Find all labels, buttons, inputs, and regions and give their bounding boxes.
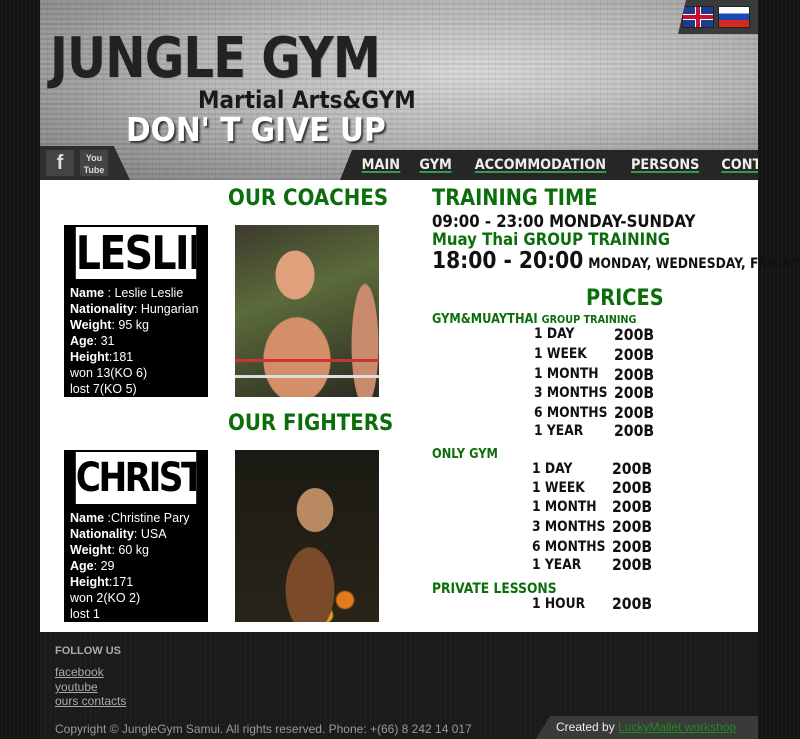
height-value: :181 bbox=[108, 350, 134, 364]
price-value: 200B bbox=[614, 345, 655, 364]
height-label: Height bbox=[70, 350, 109, 364]
uk-flag-icon[interactable] bbox=[682, 6, 714, 28]
group-training-time: 18:00 - 20:00 bbox=[432, 248, 584, 274]
age-value: : 29 bbox=[93, 559, 115, 573]
won-record: won 2(KO 2) bbox=[70, 591, 141, 605]
coach-card: LESLIE Name : Leslie Leslie Nationality:… bbox=[64, 225, 208, 397]
price-value: 200B bbox=[614, 421, 655, 440]
main-nav: MAIN GYM ACCOMMODATION PERSONS CONTACTS bbox=[340, 150, 758, 180]
age-value: : 31 bbox=[93, 334, 115, 348]
age-label: Age bbox=[70, 559, 94, 573]
creator-link[interactable]: LuckyMallet workshop bbox=[618, 720, 736, 734]
price-value: 200B bbox=[612, 497, 653, 516]
price-value: 200B bbox=[612, 478, 653, 497]
only-gym-title: ONLY GYM bbox=[432, 447, 498, 462]
page: JUNGLE GYM Martial Arts&GYM DON' T GIVE … bbox=[40, 0, 800, 739]
price-row: 1 YEAR bbox=[532, 557, 582, 573]
training-title: TRAINING TIME bbox=[432, 186, 598, 211]
price-row: 1 WEEK bbox=[532, 480, 585, 496]
nav-item-accommodation[interactable]: ACCOMMODATION bbox=[474, 150, 607, 173]
price-value: 200B bbox=[612, 555, 653, 574]
price-value: 200B bbox=[614, 325, 655, 344]
weight-label: Weight bbox=[70, 543, 112, 557]
fighter-photo bbox=[235, 450, 379, 622]
fighter-info: Name :Christine Pary Nationality: USA We… bbox=[64, 506, 208, 626]
coach-info: Name : Leslie Leslie Nationality: Hungar… bbox=[64, 281, 208, 401]
coach-photo bbox=[235, 225, 379, 397]
youtube-link[interactable]: youtube bbox=[55, 680, 98, 694]
price-row: 1 WEEK bbox=[534, 346, 587, 362]
coaches-title: OUR COACHES bbox=[228, 186, 389, 211]
contacts-link[interactable]: ours contacts bbox=[55, 694, 126, 708]
price-value: 200B bbox=[614, 365, 655, 384]
nav-item-persons[interactable]: PERSONS bbox=[630, 150, 700, 173]
ru-flag-icon[interactable] bbox=[718, 6, 750, 28]
main-content: OUR COACHES LESLIE Name : Leslie Leslie … bbox=[40, 180, 800, 632]
height-label: Height bbox=[70, 575, 109, 589]
group-training-title: Muay Thai GROUP TRAINING bbox=[432, 230, 671, 250]
follow-title: FOLLOW US bbox=[55, 645, 121, 657]
nav-item-gym[interactable]: GYM bbox=[419, 150, 452, 173]
price-value: 200B bbox=[614, 403, 655, 422]
name-label: Name bbox=[70, 286, 105, 300]
nav-item-contacts[interactable]: CONTACTS bbox=[721, 150, 758, 173]
price-row: 1 YEAR bbox=[534, 423, 584, 439]
nationality-label: Nationality bbox=[70, 527, 134, 541]
fighters-title: OUR FIGHTERS bbox=[228, 411, 394, 436]
private-lessons-title: PRIVATE LESSONS bbox=[432, 581, 557, 597]
fighter-name-heading: CHRISTINE bbox=[75, 452, 197, 504]
price-value: 200B bbox=[612, 459, 653, 478]
nationality-label: Nationality bbox=[70, 302, 134, 316]
name-label: Name bbox=[70, 511, 105, 525]
header: JUNGLE GYM Martial Arts&GYM DON' T GIVE … bbox=[40, 0, 758, 180]
lost-record: lost 7(KO 5) bbox=[70, 382, 137, 396]
price-value: 200B bbox=[612, 517, 653, 536]
weight-label: Weight bbox=[70, 318, 112, 332]
created-by-label: Created by bbox=[556, 720, 615, 734]
social-bar: f You Tube bbox=[40, 146, 130, 180]
price-value: 200B bbox=[612, 594, 653, 613]
nationality-value: : Hungarian bbox=[133, 302, 199, 316]
name-value: :Christine Pary bbox=[104, 511, 190, 525]
gym-muaythai-title: GYM&MUAYTHAI GROUP TRAINING bbox=[432, 312, 636, 327]
facebook-link[interactable]: facebook bbox=[55, 665, 104, 679]
language-bar bbox=[678, 0, 758, 34]
price-row: 3 MONTHS bbox=[532, 519, 606, 535]
copyright: Copyright © JungleGym Samui. All rights … bbox=[55, 722, 472, 736]
weight-value: : 60 kg bbox=[111, 543, 149, 557]
nationality-value: : USA bbox=[133, 527, 167, 541]
footer: FOLLOW US facebook youtube ours contacts… bbox=[40, 632, 758, 739]
age-label: Age bbox=[70, 334, 94, 348]
prices-title: PRICES bbox=[586, 286, 664, 311]
credits: Created by LuckyMallet workshop bbox=[536, 716, 758, 739]
price-row: 1 HOUR bbox=[532, 596, 586, 612]
price-row: 1 MONTH bbox=[532, 499, 597, 515]
slogan: DON' T GIVE UP bbox=[126, 110, 386, 149]
price-row: 1 MONTH bbox=[534, 366, 599, 382]
fighter-card: CHRISTINE Name :Christine Pary Nationali… bbox=[64, 450, 208, 622]
coach-name-heading: LESLIE bbox=[75, 227, 197, 279]
lost-record: lost 1 bbox=[70, 607, 100, 621]
group-training-days: MONDAY, WEDNESDAY, FRIDAY bbox=[588, 256, 800, 272]
name-value: : Leslie Leslie bbox=[104, 286, 184, 300]
price-row: 6 MONTHS bbox=[534, 405, 608, 421]
price-row: 3 MONTHS bbox=[534, 385, 608, 401]
price-value: 200B bbox=[612, 537, 653, 556]
gym-muaythai-label: GYM&MUAYTHAI bbox=[432, 312, 538, 327]
weight-value: : 95 kg bbox=[111, 318, 149, 332]
won-record: won 13(KO 6) bbox=[70, 366, 148, 380]
price-row: 1 DAY bbox=[532, 461, 573, 477]
price-value: 200B bbox=[614, 383, 655, 402]
height-value: :171 bbox=[108, 575, 134, 589]
price-row: 1 DAY bbox=[534, 326, 575, 342]
training-hours: 09:00 - 23:00 MONDAY-SUNDAY bbox=[432, 212, 696, 232]
group-training-schedule: 18:00 - 20:00 MONDAY, WEDNESDAY, FRIDAY bbox=[432, 248, 800, 274]
price-row: 6 MONTHS bbox=[532, 539, 606, 555]
nav-item-main[interactable]: MAIN bbox=[361, 150, 401, 173]
logo-title: JUNGLE GYM bbox=[50, 26, 381, 91]
youtube-icon[interactable]: You Tube bbox=[80, 150, 108, 176]
facebook-icon[interactable]: f bbox=[46, 150, 74, 176]
